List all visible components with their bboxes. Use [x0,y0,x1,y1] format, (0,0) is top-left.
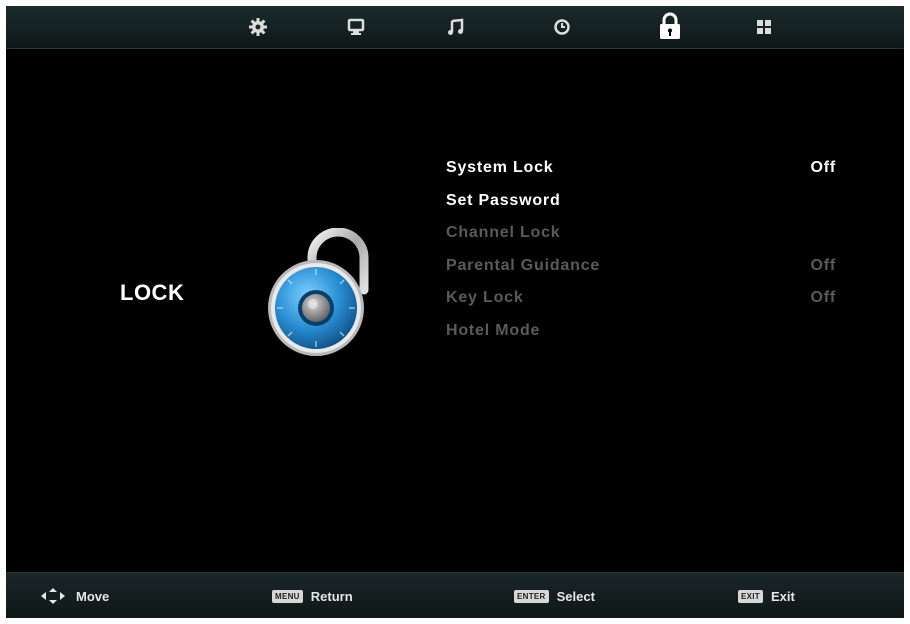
menu-item-label: Channel Lock [446,224,561,241]
hint-exit-label: Exit [770,588,795,604]
tab-lock[interactable] [654,9,686,43]
tab-time[interactable] [548,13,576,41]
menu-item[interactable]: Set Password [446,185,836,218]
hint-select: ENTER Select [514,586,595,606]
category-tab-bar [6,6,904,49]
tab-sound[interactable] [442,13,470,41]
hint-select-label: Select [556,588,595,604]
tv-menu-screen: LOCK System Lock Off Set Password Channe… [6,6,904,618]
music-note-icon [448,18,464,35]
exit-key-icon: EXIT [738,589,763,603]
footer-hint-bar: Move MENU Return ENTER Select EXIT Exit [6,572,904,618]
gear-icon [249,18,267,36]
menu-item[interactable]: System Lock Off [446,152,836,185]
menu-key-icon: MENU [272,589,303,603]
menu-item-value: Off [810,159,836,176]
menu-item-label: System Lock [446,159,554,176]
hint-return-label: Return [310,588,353,604]
menu-item[interactable]: Parental Guidance Off [446,250,836,283]
menu-item[interactable]: Hotel Mode [446,315,836,348]
tab-picture[interactable] [244,13,272,41]
section-title: LOCK [120,280,185,305]
lock-settings-menu: System Lock Off Set Password Channel Lock Pa… [446,152,836,347]
monitor-icon [347,18,365,35]
clock-icon [554,19,570,35]
menu-item-value: Off [810,256,836,274]
combination-lock-icon [268,228,369,356]
menu-item-label: Key Lock [446,289,524,306]
hint-move-label: Move [76,588,110,604]
grid-icon [757,20,771,34]
menu-item-label: Set Password [446,191,561,209]
menu-item[interactable]: Key Lock Off [446,282,836,315]
tab-screen[interactable] [342,13,370,41]
menu-item-value: Off [810,289,836,306]
menu-item-label: Hotel Mode [446,321,541,339]
menu-item[interactable]: Channel Lock [446,217,836,250]
padlock-icon [660,12,680,39]
hint-return: MENU Return [272,586,353,606]
tab-setup[interactable] [750,13,778,41]
menu-item-label: Parental Guidance [446,256,601,274]
hint-exit: EXIT Exit [738,586,795,606]
directional-arrows-icon [41,588,65,604]
enter-key-icon: ENTER [514,589,549,603]
hint-move: Move [40,586,109,606]
